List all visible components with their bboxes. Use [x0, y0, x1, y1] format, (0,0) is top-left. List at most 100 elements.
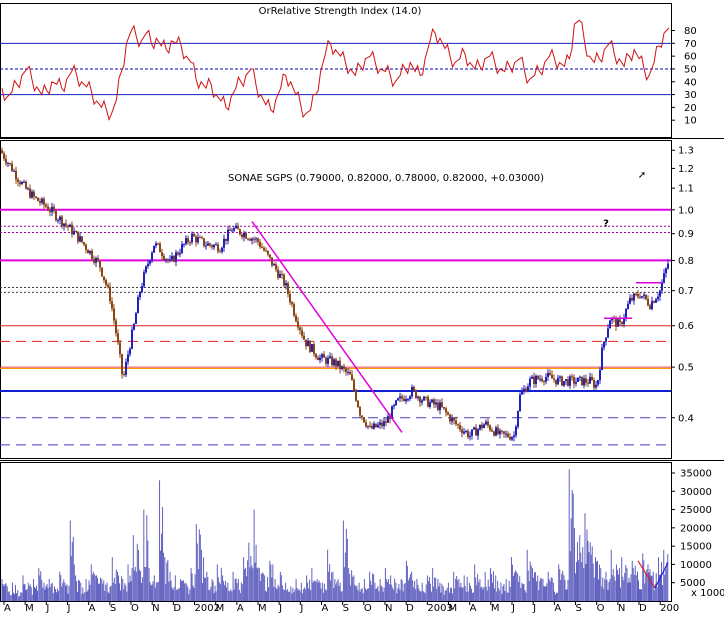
price-candle-body [407, 399, 409, 401]
price-candle-body [453, 417, 455, 421]
price-candle-body [151, 252, 153, 261]
price-candle-body [99, 261, 101, 268]
price-candle-body [221, 247, 223, 252]
x-tick-label: J [67, 603, 71, 614]
price-candle-body [63, 223, 65, 227]
price-candle-body [655, 299, 657, 303]
price-candle-body [637, 293, 639, 297]
price-candle-body [325, 357, 327, 364]
price-candle-body [539, 378, 541, 380]
x-tick-label: J [45, 603, 49, 614]
volume-tick-label: 20000 [680, 523, 712, 534]
price-candle-body [117, 333, 119, 343]
price-candle-body [163, 255, 165, 260]
price-candle-body [551, 374, 553, 379]
price-candle-body [213, 244, 215, 248]
price-candle-body [223, 238, 225, 248]
price-candle-body [635, 293, 637, 295]
price-candle-body [51, 206, 53, 213]
price-candle-body [137, 297, 139, 314]
price-candle-body [523, 388, 525, 392]
price-candle-body [381, 422, 383, 427]
price-candle-body [101, 267, 103, 277]
price-candle-body [57, 220, 59, 222]
price-candle-body [487, 421, 489, 426]
price-candle-body [373, 423, 375, 429]
volume-tick-label: 10000 [680, 560, 712, 571]
price-candle-body [447, 412, 449, 415]
price-candle-body [107, 284, 109, 287]
price-candle-body [599, 369, 601, 381]
price-candle-body [269, 254, 271, 258]
price-candle-body [421, 400, 423, 403]
price-candle-body [557, 377, 559, 385]
price-tick-label: 1.1 [678, 184, 694, 195]
price-panel: SONAE SGPS (0.79000, 0.82000, 0.78000, 0… [0, 146, 694, 446]
price-candle-body [531, 376, 533, 379]
price-candle-body [457, 424, 459, 426]
price-candle-body [375, 423, 377, 428]
price-candle-body [661, 282, 663, 291]
chart-root: OrRelative Strength Index (14.0) 80 70 60 5… [0, 0, 724, 615]
price-candle-body [415, 389, 417, 399]
volume-panel: 3500030000250002000015000100005000x 1000 [1, 468, 724, 601]
price-candle-body [199, 237, 201, 239]
price-candle-body [469, 435, 471, 438]
price-candle-body [587, 382, 589, 384]
price-candle-body [95, 258, 97, 263]
price-candle-body [109, 286, 111, 302]
price-candle-body [293, 304, 295, 316]
price-candle-body [9, 163, 11, 165]
price-candle-body [593, 380, 595, 388]
price-candle-body [595, 384, 597, 388]
price-candle-body [339, 360, 341, 370]
price-candle-body [103, 276, 105, 281]
price-candle-body [553, 378, 555, 380]
price-candle-body [489, 425, 491, 431]
price-candle-body [299, 327, 301, 331]
price-candle-body [291, 302, 293, 305]
price-candle-body [579, 376, 581, 378]
price-candle-body [625, 309, 627, 318]
price-candle-body [515, 426, 517, 436]
price-candle-body [197, 237, 199, 243]
price-candle-body [71, 224, 73, 235]
price-tick-label: 0.8 [678, 256, 694, 267]
price-candle-body [191, 233, 193, 243]
price-tick-label: 1.3 [678, 146, 694, 157]
panel-frames [0, 3, 724, 602]
price-candle-body [643, 294, 645, 297]
price-candle-body [305, 339, 307, 347]
x-tick-label: M [491, 603, 500, 614]
price-candle-body [89, 250, 91, 254]
price-candle-body [387, 416, 389, 423]
price-candle-body [243, 232, 245, 238]
price-candle-body [21, 182, 23, 185]
price-candle-body [295, 315, 297, 322]
price-candle-body [5, 158, 7, 164]
price-candle-body [577, 377, 579, 382]
price-candle-body [249, 239, 251, 241]
price-candle-body [235, 225, 237, 229]
price-candle-body [465, 430, 467, 432]
price-candle-body [231, 230, 233, 232]
price-tick-label: 0.6 [678, 321, 694, 332]
price-candle-body [567, 379, 569, 386]
rsi-tick-label: 10 [684, 116, 697, 127]
rsi-tick-label: 60 [684, 52, 697, 63]
price-candle-body [343, 366, 345, 369]
price-candle-body [667, 263, 669, 269]
price-candle-body [209, 243, 211, 246]
price-candle-body [533, 376, 535, 384]
price-candle-body [395, 400, 397, 406]
price-candle-body [509, 436, 511, 440]
price-candle-body [65, 223, 67, 226]
price-candle-body [663, 273, 665, 283]
price-candle-body [345, 368, 347, 372]
price-candle-body [571, 376, 573, 378]
x-tick-label: A [554, 603, 561, 614]
price-candle-body [545, 376, 547, 382]
price-candle-body [463, 431, 465, 434]
price-candle-body [167, 259, 169, 261]
price-candle-body [193, 233, 195, 237]
